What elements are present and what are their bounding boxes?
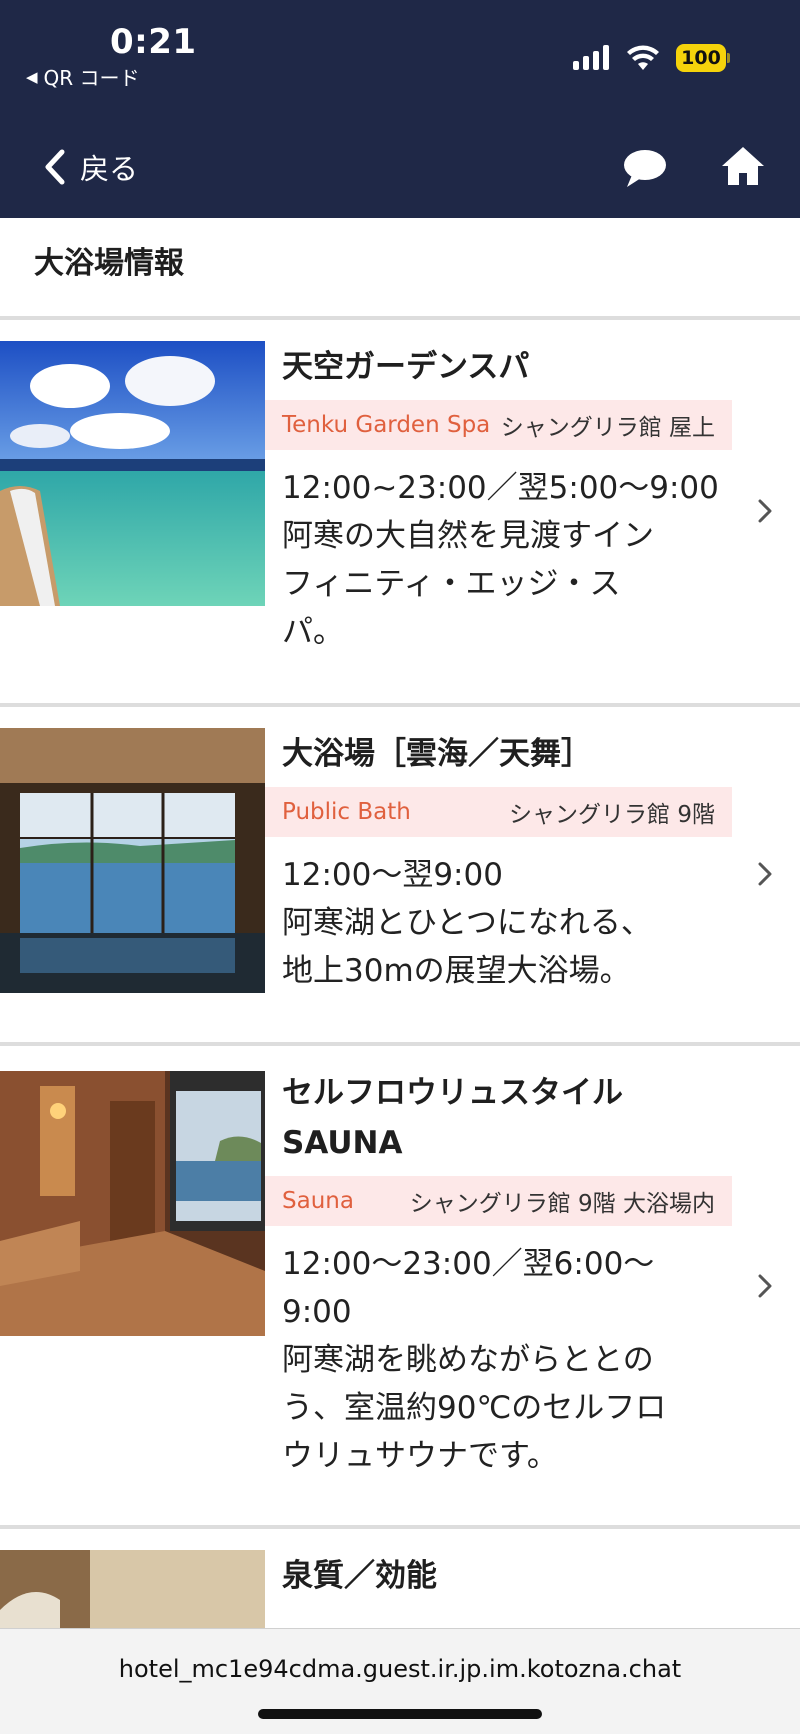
desc-line: 阿寒の大自然を見渡すイン <box>282 518 654 554</box>
item-title: 大浴場［雲海／天舞］ <box>282 736 592 772</box>
chevron-left-icon <box>45 149 65 185</box>
chevron-right-icon <box>754 1271 776 1301</box>
list-item-tenku-garden-spa[interactable]: 天空ガーデンスパ Tenku Garden Spa シャングリラ館 屋上 12:… <box>0 320 800 703</box>
home-indicator[interactable] <box>258 1709 542 1719</box>
back-triangle-icon: ◀ <box>26 67 38 86</box>
spring-thumbnail <box>0 1550 265 1628</box>
item-tag-bar: Sauna シャングリラ館 9階 大浴場内 <box>265 1176 732 1226</box>
back-to-app-label: QR コード <box>43 66 140 90</box>
list-item-public-bath[interactable]: 大浴場［雲海／天舞］ Public Bath シャングリラ館 9階 12:00〜… <box>0 707 800 1042</box>
wifi-icon <box>627 45 659 70</box>
item-location: シャングリラ館 9階 大浴場内 <box>409 1191 715 1217</box>
item-tag-en: Public Bath <box>282 799 411 825</box>
desc-line: フィニティ・エッジ・ス <box>282 566 621 602</box>
back-button[interactable]: 戻る <box>40 146 138 188</box>
battery-icon: 100 <box>676 44 730 72</box>
item-hours: 12:00〜翌9:00 <box>282 857 503 893</box>
item-description: 12:00~23:00／翌5:00〜9:00 阿寒の大自然を見渡すイン フィニテ… <box>282 464 732 656</box>
desc-line: ウリュサウナです。 <box>282 1438 558 1474</box>
sauna-thumbnail <box>0 1071 265 1336</box>
signal-icon <box>573 44 609 70</box>
back-button-label: 戻る <box>80 152 139 186</box>
desc-line: 地上30mの展望大浴場。 <box>282 953 631 989</box>
home-icon[interactable] <box>720 144 766 188</box>
spa-thumbnail <box>0 341 265 606</box>
item-hours: 12:00〜23:00／翌6:00〜 <box>282 1246 655 1282</box>
item-description: 12:00〜翌9:00 阿寒湖とひとつになれる、 地上30mの展望大浴場。 <box>282 851 732 995</box>
list-item-spring-quality[interactable]: 泉質／効能 <box>0 1529 800 1628</box>
item-title: 泉質／効能 <box>282 1558 437 1594</box>
desc-line: 阿寒湖を眺めながらととの <box>282 1342 654 1378</box>
desc-line: パ。 <box>282 614 344 650</box>
list-item-sauna[interactable]: セルフロウリュスタイル SAUNA Sauna シャングリラ館 9階 大浴場内 … <box>0 1046 800 1525</box>
item-description: 12:00〜23:00／翌6:00〜 9:00 阿寒湖を眺めながらととの う、室… <box>282 1240 732 1480</box>
item-tag-bar: Tenku Garden Spa シャングリラ館 屋上 <box>265 400 732 450</box>
top-bar: 0:21 ◀ QR コード 100 戻る <box>0 0 800 218</box>
chevron-right-icon <box>754 859 776 889</box>
item-title-line: SAUNA <box>282 1125 403 1161</box>
item-hours: 9:00 <box>282 1294 352 1330</box>
item-title: 天空ガーデンスパ <box>282 349 530 385</box>
page-title: 大浴場情報 <box>34 246 184 281</box>
chevron-right-icon <box>754 496 776 526</box>
battery-level: 100 <box>676 44 726 72</box>
item-tag-en: Sauna <box>282 1188 354 1214</box>
browser-url-bar: hotel_mc1e94cdma.guest.ir.jp.im.kotozna.… <box>0 1628 800 1734</box>
url-text: hotel_mc1e94cdma.guest.ir.jp.im.kotozna.… <box>118 1655 682 1683</box>
item-location: シャングリラ館 9階 <box>509 802 715 828</box>
desc-line: 阿寒湖とひとつになれる、 <box>282 905 652 941</box>
item-location: シャングリラ館 屋上 <box>500 415 715 441</box>
item-tag-en: Tenku Garden Spa <box>282 412 491 438</box>
back-to-app-link[interactable]: ◀ QR コード <box>26 62 140 91</box>
desc-line: う、室温約90℃のセルフロ <box>282 1390 667 1426</box>
item-hours: 12:00~23:00／翌5:00〜9:00 <box>282 470 719 506</box>
bath-thumbnail <box>0 728 265 993</box>
chat-bubble-icon[interactable] <box>622 147 668 189</box>
status-time: 0:21 <box>110 22 197 62</box>
item-title-line: セルフロウリュスタイル <box>282 1075 623 1111</box>
item-tag-bar: Public Bath シャングリラ館 9階 <box>265 787 732 837</box>
